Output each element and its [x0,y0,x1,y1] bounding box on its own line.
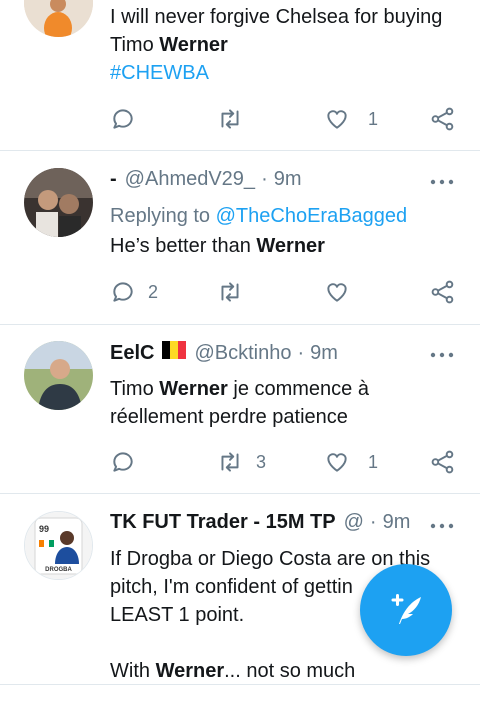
heart-icon [327,453,347,472]
timestamp: 9m [310,342,338,364]
replying-handle-link[interactable]: @TheChoEraBagged [216,205,408,227]
display-name[interactable]: EelC [110,342,154,365]
reply-icon [113,282,133,302]
timestamp: 9m [382,511,411,533]
reply-icon [113,452,133,472]
reply-button[interactable] [110,447,148,477]
hashtag-link[interactable]: #CHEWBA [110,62,209,84]
divider [0,684,480,685]
share-icon [431,450,454,474]
reply-button[interactable] [110,104,148,134]
retweet-button[interactable]: 3 [216,447,266,477]
share-button[interactable] [430,447,456,477]
retweet-button[interactable] [216,104,256,134]
avatar[interactable] [24,168,93,237]
replying-to: Replying to @TheChoEraBagged [110,205,408,227]
timestamp: 9m [273,168,302,190]
user-handle[interactable]: @AhmedV29_ [125,168,255,191]
separator-dot: · [369,511,377,533]
compose-tweet-icon [391,594,421,624]
separator-dot: · [261,168,268,190]
separator-dot: · [297,342,305,364]
tweet-header: EelC @Bcktinho · 9m [110,341,460,371]
avatar[interactable] [24,341,93,410]
like-button[interactable]: 1 [324,447,378,477]
tweet-text: Timo Werner je commence à réellement per… [110,378,369,428]
reply-button[interactable]: 2 [110,277,158,307]
compose-tweet-button[interactable] [360,564,452,656]
tweet-text: I will never forgive Chelsea for buying … [110,6,443,84]
tweet-header: TK FUT Trader - 15M TP @ · 9m [110,511,460,541]
heart-icon [327,110,347,129]
retweet-button[interactable] [216,277,256,307]
retweet-icon [221,282,239,302]
belgium-flag-icon [162,341,187,359]
heart-icon [327,283,347,302]
avatar[interactable] [24,0,93,37]
share-icon [431,280,454,304]
tweet-header: - @AhmedV29_ · 9m [110,168,460,198]
tweet-3[interactable]: EelC @Bcktinho · 9m Timo Werner je comme… [0,325,480,493]
retweet-icon [221,452,239,472]
share-button[interactable] [430,277,456,307]
more-options-icon[interactable] [430,177,454,187]
like-button[interactable]: 1 [324,104,378,134]
retweet-icon [221,109,239,129]
display-name[interactable]: TK FUT Trader - 15M TP [110,511,336,534]
like-button[interactable] [324,277,362,307]
avatar[interactable]: 99 DROGBA [24,511,93,580]
tweet-text: He’s better than Werner [110,235,325,257]
more-options-icon[interactable] [430,521,454,531]
user-handle[interactable]: @ [344,511,364,534]
more-options-icon[interactable] [430,350,454,360]
display-name[interactable]: - [110,168,117,191]
avatar-rating: 99 [39,524,49,534]
user-handle[interactable]: @Bcktinho [194,342,291,365]
avatar-player-name: DROGBA [45,567,72,573]
reply-icon [113,109,133,129]
tweet-1[interactable]: I will never forgive Chelsea for buying … [0,0,480,150]
tweet-2[interactable]: - @AhmedV29_ · 9m Replying to @TheChoEra… [0,151,480,324]
share-icon [431,107,454,131]
share-button[interactable] [430,104,456,134]
